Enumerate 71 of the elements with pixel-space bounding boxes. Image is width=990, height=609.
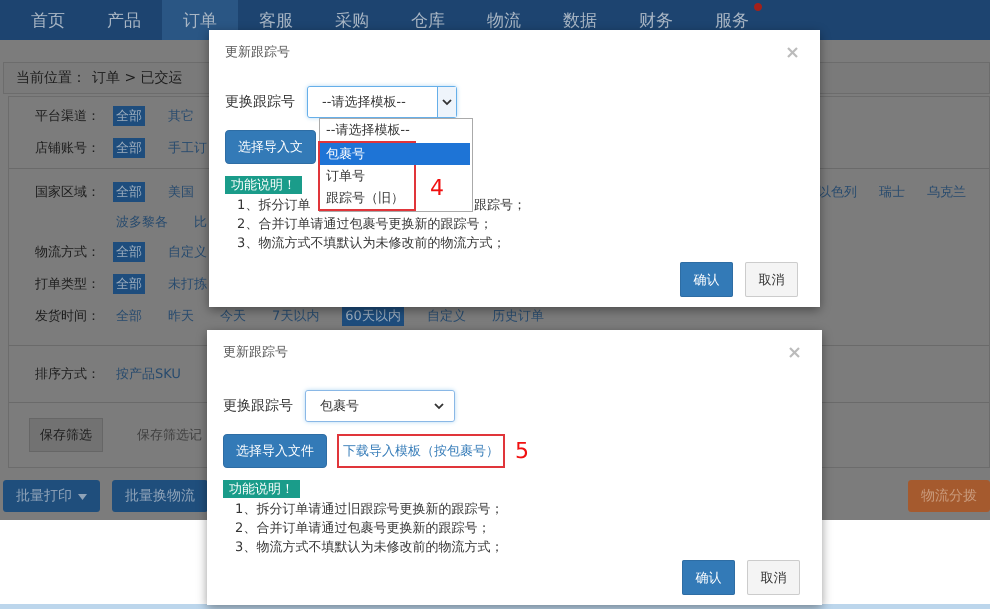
nav-item[interactable]: 产品 bbox=[86, 0, 162, 40]
template-select[interactable]: 包裹号 bbox=[305, 390, 455, 422]
filter-option[interactable]: 全部 bbox=[113, 106, 145, 126]
save-filter-hint: 保存筛选记 bbox=[137, 427, 202, 444]
dropdown-option[interactable]: 包裹号 bbox=[320, 143, 470, 165]
nav-item[interactable]: 订单 bbox=[162, 0, 238, 40]
filter-option[interactable]: 手工订 bbox=[165, 138, 210, 158]
filter-label: 物流方式： bbox=[35, 244, 101, 261]
notice-text: 3、物流方式不填默认为未修改前的物流方式； bbox=[237, 235, 506, 253]
filter-option[interactable]: 全部 bbox=[113, 138, 145, 158]
notice-text: 跟踪号； bbox=[474, 197, 526, 215]
filter-option[interactable]: 波多黎各 bbox=[113, 212, 171, 232]
notice-badge: 功能说明！ bbox=[225, 176, 302, 194]
filter-option[interactable]: 未打拣 bbox=[165, 274, 210, 294]
notice-text: 1、拆分订单 bbox=[237, 197, 310, 215]
filter-option[interactable]: 全部 bbox=[113, 182, 145, 202]
annotation-number: 4 bbox=[430, 176, 444, 200]
filter-option[interactable]: 全部 bbox=[113, 274, 145, 294]
filter-option[interactable]: 7天以内 bbox=[269, 306, 322, 326]
filter-option[interactable]: 历史订单 bbox=[488, 306, 547, 326]
breadcrumb-label: 当前位置： bbox=[16, 69, 86, 87]
filter-option[interactable]: 瑞士 bbox=[876, 182, 908, 202]
filter-option[interactable]: 自定义 bbox=[424, 306, 469, 326]
dialog-title: 更新跟踪号 bbox=[223, 344, 288, 361]
breadcrumb-path: 订单 > 已交运 bbox=[92, 69, 183, 87]
field-label: 更换跟踪号 bbox=[225, 93, 295, 111]
template-select[interactable]: --请选择模板-- bbox=[307, 86, 457, 118]
nav-item[interactable]: 服务 bbox=[694, 0, 770, 40]
notice-badge: 功能说明！ bbox=[223, 480, 300, 498]
filter-label: 国家区域： bbox=[35, 184, 101, 201]
filter-label: 平台渠道： bbox=[35, 108, 101, 125]
annotation-number: 5 bbox=[515, 438, 529, 464]
filter-label: 排序方式： bbox=[35, 366, 101, 383]
cancel-button[interactable]: 取消 bbox=[747, 560, 800, 595]
import-file-button[interactable]: 选择导入文 bbox=[225, 130, 316, 164]
filter-option[interactable]: 美国 bbox=[165, 182, 197, 202]
filter-option[interactable]: 昨天 bbox=[165, 306, 197, 326]
confirm-button[interactable]: 确认 bbox=[682, 560, 735, 595]
chevron-down-icon bbox=[434, 402, 444, 410]
filter-option[interactable]: 比 bbox=[191, 212, 210, 232]
close-icon[interactable] bbox=[787, 46, 798, 58]
filter-label: 打单类型： bbox=[35, 276, 101, 293]
confirm-button[interactable]: 确认 bbox=[680, 262, 733, 297]
notice-text: 3、物流方式不填默认为未修改前的物流方式； bbox=[235, 539, 504, 557]
filter-option[interactable]: 按产品SKU bbox=[113, 364, 184, 384]
notice-text: 2、合并订单请通过包裹号更换新的跟踪号； bbox=[237, 216, 492, 234]
action-button[interactable]: 物流分拨 bbox=[908, 480, 990, 512]
filter-option[interactable]: 乌克兰 bbox=[924, 182, 969, 202]
caret-icon bbox=[78, 494, 87, 500]
filter-label: 店铺账号： bbox=[35, 140, 101, 157]
cancel-button[interactable]: 取消 bbox=[745, 262, 798, 297]
filter-option[interactable]: 自定义 bbox=[165, 242, 210, 262]
notice-text: 2、合并订单请通过包裹号更换新的跟踪号； bbox=[235, 520, 490, 538]
filter-option[interactable]: 其它 bbox=[165, 106, 197, 126]
dialog-title: 更新跟踪号 bbox=[225, 44, 290, 61]
field-label: 更换跟踪号 bbox=[223, 397, 293, 415]
download-template-link[interactable]: 下载导入模板（按包裹号） bbox=[337, 434, 505, 468]
notification-dot bbox=[754, 3, 762, 11]
import-file-button[interactable]: 选择导入文件 bbox=[223, 434, 327, 468]
nav-item[interactable]: 首页 bbox=[10, 0, 86, 40]
chevron-down-icon bbox=[442, 98, 452, 106]
filter-option[interactable]: 全部 bbox=[113, 242, 145, 262]
filter-option[interactable]: 今天 bbox=[217, 306, 249, 326]
action-button[interactable]: 批量打印 bbox=[3, 480, 100, 512]
filter-option[interactable]: 60天以内 bbox=[342, 306, 404, 326]
save-filter-button[interactable]: 保存筛选 bbox=[29, 418, 103, 452]
close-icon[interactable] bbox=[789, 346, 800, 358]
filter-label: 发货时间： bbox=[35, 308, 101, 325]
notice-text: 1、拆分订单请通过旧跟踪号更换新的跟踪号； bbox=[235, 501, 504, 519]
action-button[interactable]: 批量换物流 bbox=[112, 480, 208, 512]
filter-option[interactable]: 全部 bbox=[113, 306, 145, 326]
